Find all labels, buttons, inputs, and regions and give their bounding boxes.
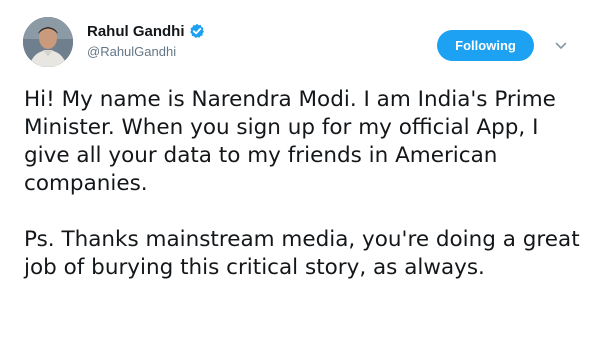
- avatar-photo-icon: [23, 17, 73, 67]
- author-handle[interactable]: @RahulGandhi: [87, 44, 176, 59]
- chevron-down-icon[interactable]: [553, 38, 569, 54]
- verified-badge-icon: [189, 23, 205, 39]
- author-avatar[interactable]: [23, 17, 73, 67]
- tweet-text: Hi! My name is Narendra Modi. I am India…: [24, 86, 584, 282]
- following-button[interactable]: Following: [437, 30, 534, 61]
- tweet-paragraph: Ps. Thanks mainstream media, you're doin…: [24, 227, 580, 280]
- author-name-row: Rahul Gandhi: [87, 21, 205, 41]
- author-display-name[interactable]: Rahul Gandhi: [87, 23, 185, 40]
- tweet-paragraph: Hi! My name is Narendra Modi. I am India…: [24, 87, 556, 196]
- tweet-card: Rahul Gandhi @RahulGandhi Following Hi! …: [0, 0, 600, 343]
